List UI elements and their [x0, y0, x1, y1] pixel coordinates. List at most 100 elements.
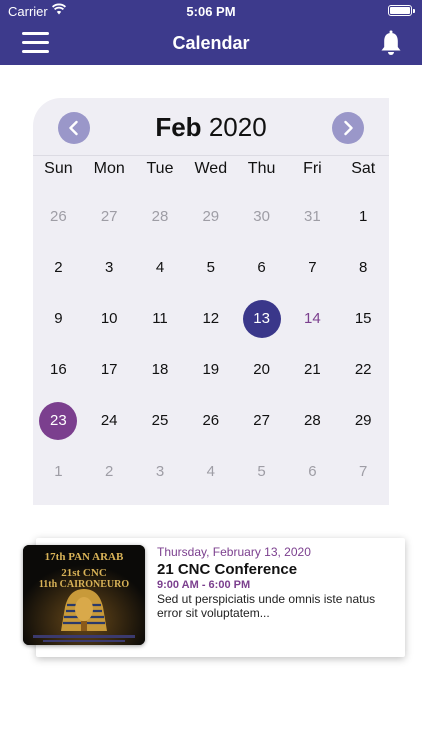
- calendar-day-number: 8: [359, 259, 368, 276]
- calendar-day[interactable]: 24: [84, 395, 135, 446]
- calendar-day-number: 28: [304, 412, 321, 429]
- bell-icon: [381, 30, 401, 55]
- calendar-day[interactable]: 19: [185, 344, 236, 395]
- calendar-day[interactable]: 7: [338, 446, 389, 497]
- calendar-day-number: 25: [151, 412, 169, 429]
- poster-line-3: 11th CAIRONEURO: [38, 579, 130, 590]
- calendar-day[interactable]: 2: [84, 446, 135, 497]
- calendar-day[interactable]: 26: [33, 191, 84, 242]
- calendar-day[interactable]: 4: [185, 446, 236, 497]
- calendar-day-number: 20: [253, 361, 270, 378]
- calendar-day-number: 9: [54, 310, 63, 327]
- calendar-day[interactable]: 28: [287, 395, 338, 446]
- calendar-day-number: 29: [354, 412, 372, 429]
- calendar-day[interactable]: 2: [33, 242, 84, 293]
- calendar-day[interactable]: 5: [185, 242, 236, 293]
- calendar-day-number: 2: [54, 259, 63, 276]
- calendar-day-number: 13: [253, 310, 270, 327]
- calendar-day-number: 19: [202, 361, 220, 378]
- calendar-day[interactable]: 1: [338, 191, 389, 242]
- weekday-label: Sun: [44, 160, 73, 177]
- calendar-day-number: 16: [50, 361, 67, 378]
- weekday-label: Mon: [93, 160, 125, 177]
- calendar-day[interactable]: 18: [135, 344, 186, 395]
- calendar-day[interactable]: 10: [84, 293, 135, 344]
- page-title: Calendar: [172, 33, 250, 53]
- calendar-day[interactable]: 8: [338, 242, 389, 293]
- battery-icon: [388, 5, 415, 16]
- calendar-day-number: 11: [152, 310, 168, 327]
- calendar-header: Feb 2020: [33, 98, 389, 156]
- calendar-day[interactable]: 5: [236, 446, 287, 497]
- calendar-day-number: 7: [359, 463, 368, 480]
- calendar-day[interactable]: 15: [338, 293, 389, 344]
- month-name: Feb: [155, 112, 202, 142]
- calendar-day-number: 2: [105, 463, 114, 480]
- calendar-day-number: 6: [257, 259, 266, 276]
- calendar-day[interactable]: 16: [33, 344, 84, 395]
- weekday-label: Fri: [303, 160, 322, 177]
- calendar-day[interactable]: 3: [135, 446, 186, 497]
- calendar-day[interactable]: 11: [135, 293, 186, 344]
- calendar-day[interactable]: 4: [135, 242, 186, 293]
- calendar-day-number: 5: [206, 259, 215, 276]
- calendar-day[interactable]: 30: [236, 191, 287, 242]
- calendar-day-number: 17: [100, 361, 118, 378]
- event-date: Thursday, February 13, 2020: [157, 545, 311, 559]
- event-poster-image[interactable]: 17th PAN ARAB 21st CNC 11th CAIRONEURO: [23, 545, 145, 645]
- next-month-button[interactable]: [332, 112, 364, 144]
- calendar-day-number: 18: [151, 361, 169, 378]
- calendar-day[interactable]: 20: [236, 344, 287, 395]
- poster-line-1: 17th PAN ARAB: [44, 551, 124, 563]
- weekday-label: Tue: [146, 160, 174, 177]
- calendar-day[interactable]: 14: [287, 293, 338, 344]
- calendar-day[interactable]: 3: [84, 242, 135, 293]
- status-bar: Carrier 5:06 PM: [0, 0, 422, 22]
- calendar-day-number: 1: [54, 463, 63, 480]
- calendar-day[interactable]: 22: [338, 344, 389, 395]
- calendar-day[interactable]: 31: [287, 191, 338, 242]
- day-grid: 26 27 28 29 30 31 1 2 3 4 5 6 7 8 9 10 11 12 13 14 15 16 17 18 1…: [33, 191, 389, 497]
- calendar-day[interactable]: 6: [236, 242, 287, 293]
- event-title: 21 CNC Conference: [157, 561, 298, 578]
- calendar-day-number: 12: [202, 310, 220, 327]
- calendar-day-number: 26: [202, 412, 220, 429]
- calendar-day-number: 28: [151, 208, 169, 225]
- calendar-day[interactable]: 27: [236, 395, 287, 446]
- calendar-day-number: 27: [253, 412, 270, 429]
- calendar-day-number: 23: [50, 412, 67, 429]
- calendar-day[interactable]: 1: [33, 446, 84, 497]
- event-description: Sed ut perspiciatis unde omnis iste natu…: [157, 592, 376, 620]
- calendar-day-number: 21: [304, 361, 321, 378]
- calendar-day[interactable]: 26: [185, 395, 236, 446]
- calendar-day-number: 31: [304, 208, 321, 225]
- calendar-day-number: 3: [155, 463, 165, 480]
- notifications-button[interactable]: [380, 30, 402, 56]
- calendar-day[interactable]: 29: [185, 191, 236, 242]
- calendar-day[interactable]: 29: [338, 395, 389, 446]
- calendar-day-number: 29: [202, 208, 220, 225]
- year: 2020: [208, 112, 267, 142]
- status-time: 5:06 PM: [186, 4, 236, 19]
- calendar-day[interactable]: 25: [135, 395, 186, 446]
- calendar-day[interactable]: 27: [84, 191, 135, 242]
- calendar-day[interactable]: 23: [33, 395, 84, 446]
- calendar-day[interactable]: 21: [287, 344, 338, 395]
- chevron-right-icon: [344, 120, 353, 136]
- calendar-day[interactable]: 7: [287, 242, 338, 293]
- calendar-day[interactable]: 12: [185, 293, 236, 344]
- calendar-day-number: 24: [100, 412, 118, 429]
- calendar-day[interactable]: 17: [84, 344, 135, 395]
- calendar-day[interactable]: 28: [135, 191, 186, 242]
- calendar-day-number: 3: [105, 259, 114, 276]
- calendar-day-number: 22: [354, 361, 372, 378]
- app-header: Carrier 5:06 PM Calendar: [0, 0, 422, 65]
- calendar-day-number: 30: [253, 208, 270, 225]
- weekday-label: Thu: [247, 160, 276, 177]
- calendar-day[interactable]: 13: [236, 293, 287, 344]
- calendar-day-number: 27: [100, 208, 118, 225]
- weekday-row: Sun Mon Tue Wed Thu Fri Sat: [33, 160, 389, 184]
- calendar-day[interactable]: 6: [287, 446, 338, 497]
- calendar-day[interactable]: 9: [33, 293, 84, 344]
- calendar-day-number: 4: [206, 463, 215, 480]
